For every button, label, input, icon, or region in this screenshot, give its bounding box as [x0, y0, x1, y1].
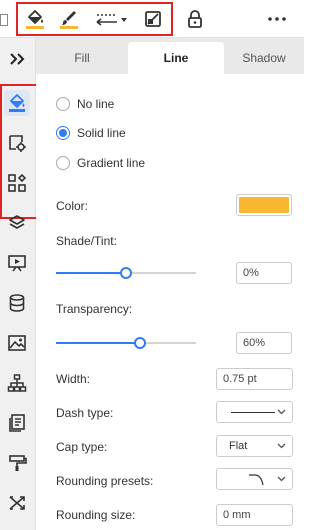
option-solid-line[interactable]: Solid line	[56, 124, 126, 142]
rail-item-image[interactable]	[4, 330, 30, 356]
option-no-line[interactable]: No line	[56, 95, 114, 113]
dash-preview	[231, 412, 275, 413]
fill-line-icon	[9, 94, 25, 112]
format-tabs: Fill Line Shadow	[36, 38, 304, 74]
presentation-icon	[8, 255, 26, 272]
color-label: Color:	[56, 199, 89, 213]
shadow-style-button[interactable]	[140, 6, 166, 32]
cap-type-label: Cap type:	[56, 440, 108, 454]
slider-fill	[56, 342, 140, 344]
rail-item-hierarchy[interactable]	[4, 370, 30, 396]
chevron-down-icon	[277, 476, 286, 482]
shade-tint-field[interactable]: 0%	[236, 262, 292, 284]
line-brush-icon	[60, 11, 78, 29]
color-picker[interactable]	[236, 194, 292, 216]
option-no-line-label: No line	[77, 97, 115, 111]
line-color-button[interactable]	[56, 6, 82, 32]
shape-settings-icon	[9, 135, 26, 152]
option-gradient-line-label: Gradient line	[77, 156, 146, 170]
option-gradient-line[interactable]: Gradient line	[56, 154, 145, 172]
slider-fill	[56, 272, 126, 274]
arrow-style-button[interactable]	[92, 6, 130, 32]
shade-tint-slider[interactable]	[56, 267, 196, 279]
shade-tint-label: Shade/Tint:	[56, 234, 117, 248]
image-icon	[8, 335, 26, 351]
rounding-size-field[interactable]: 0 mm	[216, 504, 293, 526]
tab-fill[interactable]: Fill	[36, 42, 128, 74]
hierarchy-icon	[7, 374, 27, 392]
rail-item-layers[interactable]	[4, 210, 30, 236]
transparency-field[interactable]: 60%	[236, 332, 292, 354]
shadow-style-icon	[145, 11, 161, 27]
rounding-presets-select[interactable]	[216, 468, 293, 490]
rounding-preview-icon	[249, 474, 264, 486]
format-painter-icon	[9, 455, 27, 471]
document-icon	[9, 414, 25, 432]
fill-bucket-icon	[26, 10, 44, 29]
rail-item-format-painter[interactable]	[4, 450, 30, 476]
cap-type-select[interactable]: Flat	[216, 435, 293, 457]
slider-thumb[interactable]	[120, 267, 132, 279]
chevron-down-icon	[277, 443, 286, 449]
slider-thumb[interactable]	[134, 337, 146, 349]
rounding-presets-label: Rounding presets:	[56, 474, 154, 488]
rail-item-presentation[interactable]	[4, 250, 30, 276]
cap-type-value: Flat	[229, 440, 248, 452]
dash-type-label: Dash type:	[56, 406, 114, 420]
transparency-label: Transparency:	[56, 302, 133, 316]
rail-item-fill-line[interactable]	[4, 90, 30, 116]
radio-no-line[interactable]	[56, 97, 70, 111]
rail-item-database[interactable]	[4, 290, 30, 316]
more-icon[interactable]	[266, 9, 288, 29]
dash-type-select[interactable]	[216, 401, 293, 423]
line-panel: No line Solid line Gradient line Color: …	[36, 74, 304, 530]
lock-button[interactable]	[182, 6, 208, 32]
apps-grid-icon	[8, 173, 27, 192]
collapse-panel-icon[interactable]	[8, 52, 26, 66]
option-solid-line-label: Solid line	[77, 126, 126, 140]
color-swatch	[239, 197, 289, 213]
radio-gradient-line[interactable]	[56, 156, 70, 170]
database-icon	[9, 294, 25, 312]
top-toolbar	[0, 0, 304, 38]
rail-item-apps[interactable]	[4, 170, 30, 196]
rounding-size-label: Rounding size:	[56, 508, 136, 522]
rail-item-shape-settings[interactable]	[4, 130, 30, 156]
radio-solid-line[interactable]	[56, 126, 70, 140]
width-field[interactable]: 0.75 pt	[216, 368, 293, 390]
width-label: Width:	[56, 372, 91, 386]
chevron-down-icon	[277, 409, 286, 415]
fill-color-button[interactable]	[22, 6, 48, 32]
arrow-style-icon	[96, 14, 127, 26]
tab-shadow[interactable]: Shadow	[224, 42, 304, 74]
lock-icon	[188, 10, 202, 28]
tab-line[interactable]: Line	[128, 42, 224, 74]
rail-item-shuffle[interactable]	[4, 490, 30, 516]
left-rail	[0, 38, 42, 530]
rail-item-document[interactable]	[4, 410, 30, 436]
transparency-slider[interactable]	[56, 337, 196, 349]
layers-icon	[9, 215, 25, 229]
shuffle-icon	[9, 496, 25, 510]
panel-edge-icon	[0, 14, 8, 26]
